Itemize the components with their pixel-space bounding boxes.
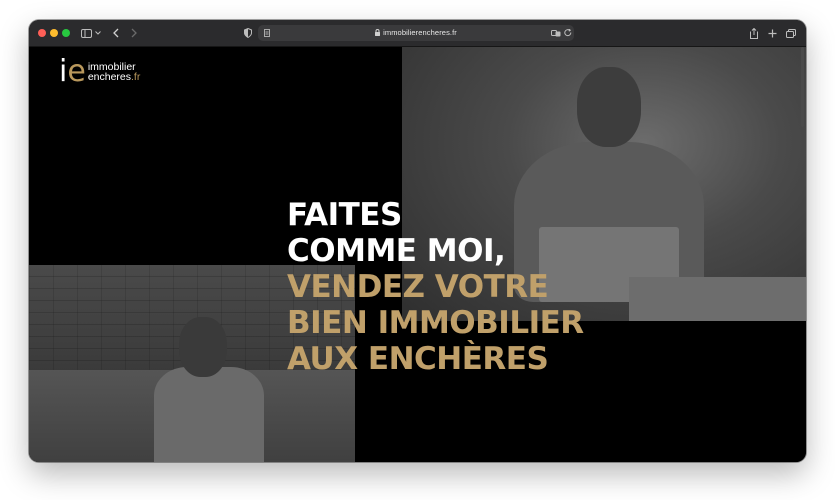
sidebar-icon[interactable] — [78, 20, 94, 46]
hero-line-4: BIEN IMMOBILIER — [287, 305, 584, 341]
zoom-window-button[interactable] — [62, 29, 70, 37]
hero-line-1: FAITES — [287, 197, 402, 233]
hero-line-2: COMME MOI, — [287, 233, 506, 269]
lock-icon — [375, 26, 381, 42]
logo-mark-e: e — [67, 54, 86, 89]
reload-icon[interactable] — [562, 25, 574, 41]
site-logo[interactable]: ie immobilier encheres.fr — [59, 54, 141, 89]
minimize-window-button[interactable] — [50, 29, 58, 37]
browser-toolbar: immobilierencheres.fr — [29, 20, 806, 47]
person-sofa-body — [154, 367, 264, 462]
chevron-down-icon[interactable] — [93, 20, 103, 46]
translate-icon[interactable] — [550, 25, 562, 41]
logo-line2: encheres.fr — [87, 71, 141, 83]
share-icon[interactable] — [747, 20, 761, 46]
url-text: immobilierencheres.fr — [383, 28, 457, 37]
web-page: ie immobilier encheres.fr FAITES COMME M… — [29, 47, 806, 462]
url-display[interactable]: immobilierencheres.fr — [258, 25, 574, 41]
logo-line2-main: encheres — [87, 71, 132, 83]
hero-line-3: VENDEZ VOTRE — [287, 269, 549, 305]
desk-shape — [629, 277, 806, 321]
hero-line-5: AUX ENCHÈRES — [287, 341, 549, 377]
address-bar[interactable]: immobilierencheres.fr — [258, 25, 574, 41]
page-scrollbar[interactable] — [801, 47, 804, 127]
logo-mark: ie — [59, 54, 86, 89]
shield-icon[interactable] — [241, 20, 255, 46]
chevron-right-icon[interactable] — [127, 20, 141, 46]
person-sofa-head — [179, 317, 227, 377]
close-window-button[interactable] — [38, 29, 46, 37]
new-tab-icon[interactable] — [765, 20, 779, 46]
tab-overview-icon[interactable] — [784, 20, 798, 46]
logo-line2-suffix: .fr — [131, 71, 141, 83]
chevron-left-icon[interactable] — [109, 20, 123, 46]
hero-headline: FAITES COMME MOI, VENDEZ VOTRE BIEN IMMO… — [287, 197, 584, 377]
person-laptop-head — [577, 67, 641, 147]
browser-window: immobilierencheres.fr i e immobilier enc… — [29, 20, 806, 462]
logo-wordmark: immobilier encheres.fr — [87, 62, 141, 83]
logo-mark-i: i — [59, 54, 68, 89]
